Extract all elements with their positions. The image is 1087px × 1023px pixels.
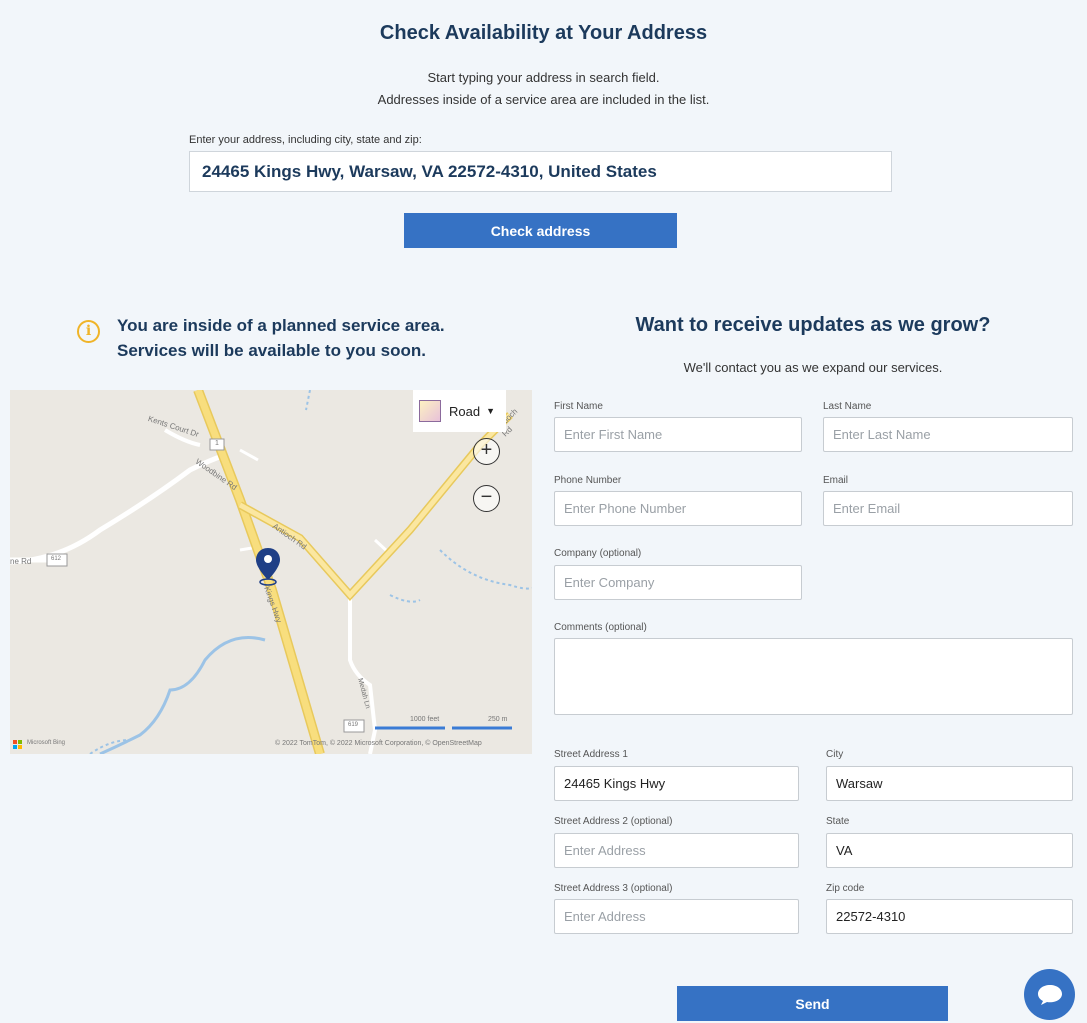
map[interactable]: Kents Court Dr Woodbine Rd Antioch Rd An…: [10, 390, 532, 754]
comments-field[interactable]: [554, 638, 1073, 715]
map-attribution: © 2022 TomTom, © 2022 Microsoft Corporat…: [275, 740, 482, 747]
zoom-in-icon[interactable]: +: [473, 438, 500, 465]
map-style-selector[interactable]: Road ▼: [413, 390, 506, 432]
state-field[interactable]: [826, 833, 1073, 868]
street3-label: Street Address 3 (optional): [554, 883, 673, 894]
road-map-icon: [419, 400, 441, 422]
map-style-label: Road: [449, 403, 481, 419]
page-title: Check Availability at Your Address: [379, 22, 708, 44]
zoom-out-icon[interactable]: −: [473, 485, 500, 512]
street1-field[interactable]: [554, 766, 799, 801]
zip-label: Zip code: [826, 883, 865, 894]
chat-button[interactable]: [1024, 969, 1075, 1020]
chevron-down-icon: ▼: [486, 406, 495, 416]
form-title: Want to receive updates as we grow?: [635, 314, 991, 336]
street2-label: Street Address 2 (optional): [554, 816, 673, 827]
company-label: Company (optional): [554, 548, 642, 559]
email-label: Email: [823, 475, 849, 486]
state-label: State: [826, 816, 850, 827]
map-canvas: [10, 390, 532, 754]
city-field[interactable]: [826, 766, 1073, 801]
company-field[interactable]: [554, 565, 802, 600]
last-name-label: Last Name: [823, 401, 872, 412]
map-scale-m: 250 m: [488, 716, 508, 723]
comments-label: Comments (optional): [554, 622, 647, 633]
last-name-field[interactable]: [823, 417, 1073, 452]
intro-line-1: Start typing your address in search fiel…: [427, 70, 660, 85]
phone-label: Phone Number: [554, 475, 622, 486]
chat-bubble-icon: [1038, 985, 1062, 1005]
map-shield-612: 612: [51, 556, 62, 562]
first-name-label: First Name: [554, 401, 603, 412]
street3-field[interactable]: [554, 899, 799, 934]
intro-line-2: Addresses inside of a service area are i…: [377, 92, 710, 107]
map-scale-feet: 1000 feet: [410, 716, 440, 723]
zip-field[interactable]: [826, 899, 1073, 934]
map-brand: Microsoft Bing: [27, 740, 66, 746]
info-icon: i: [77, 320, 100, 343]
notice-line-2: Services will be available to you soon.: [117, 341, 426, 360]
city-label: City: [826, 749, 844, 760]
email-field[interactable]: [823, 491, 1073, 526]
notice-line-1: You are inside of a planned service area…: [117, 316, 445, 335]
address-search-input[interactable]: [189, 151, 892, 192]
send-button[interactable]: Send: [677, 986, 948, 1021]
street1-label: Street Address 1: [554, 749, 628, 760]
address-label: Enter your address, including city, stat…: [189, 134, 422, 146]
map-shield-us: 1: [215, 440, 219, 447]
form-subtitle: We'll contact you as we expand our servi…: [683, 360, 943, 375]
phone-field[interactable]: [554, 491, 802, 526]
check-address-button[interactable]: Check address: [404, 213, 677, 248]
map-shield-619: 619: [348, 722, 359, 728]
street2-field[interactable]: [554, 833, 799, 868]
first-name-field[interactable]: [554, 417, 802, 452]
map-label-ne: ne Rd: [10, 557, 32, 566]
